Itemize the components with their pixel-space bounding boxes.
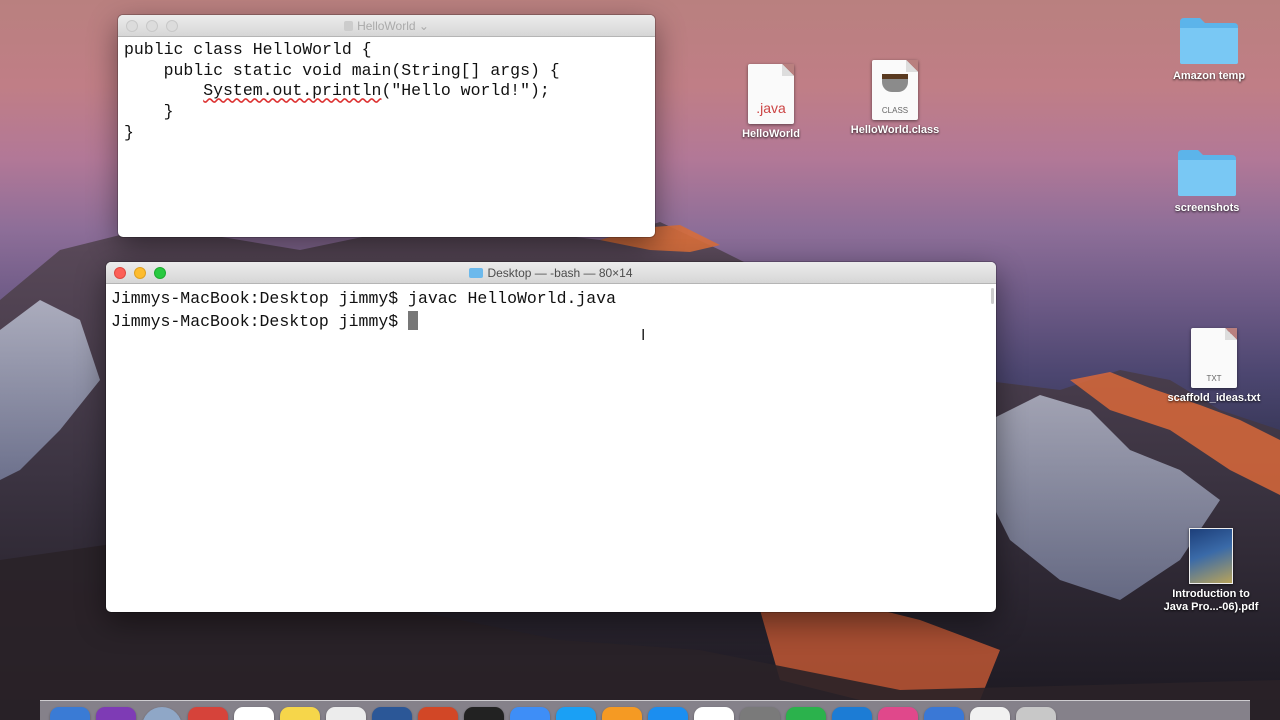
dock-app-reminders-icon[interactable] (280, 707, 320, 720)
code-line-1: public class HelloWorld { (124, 40, 372, 59)
code-line-3: System.out.println("Hello world!"); (124, 81, 649, 102)
code-line-5: } (124, 122, 134, 142)
editor-window[interactable]: HelloWorld ⌄ public class HelloWorld { p… (118, 15, 655, 237)
desktop-icon-label: HelloWorld.class (850, 124, 940, 136)
terminal-title-text: Desktop — -bash — 80×14 (487, 266, 633, 280)
desktop-icon-label: Amazon temp (1172, 70, 1246, 82)
editor-text-area[interactable]: public class HelloWorld { public static … (118, 37, 655, 147)
terminal-titlebar[interactable]: Desktop — -bash — 80×14 (106, 262, 996, 284)
desktop-icon-scaffold-ideas[interactable]: TXT scaffold_ideas.txt (1159, 328, 1269, 405)
folder-icon (1180, 18, 1238, 64)
desktop-icon-label: screenshots (1174, 202, 1240, 214)
file-type-tag: CLASS (881, 106, 909, 115)
scrollbar[interactable] (991, 288, 994, 304)
label-line-2: Java Pro...-06).pdf (1163, 601, 1259, 613)
text-cursor (408, 311, 419, 330)
dock-app-pages-icon[interactable] (556, 707, 596, 720)
code-line-2: public static void main(String[] args) { (124, 60, 560, 80)
class-file-icon: CLASS (872, 60, 918, 120)
dock-app-calendar-icon[interactable] (188, 707, 228, 720)
dock-app-app-store-icon[interactable] (602, 707, 642, 720)
dock-app-trash-icon[interactable] (1016, 707, 1056, 720)
dock-app-notes-icon[interactable] (234, 707, 274, 720)
file-type-tag: .java (756, 100, 786, 116)
desktop-icon-helloworld-class[interactable]: CLASS HelloWorld.class (840, 60, 950, 137)
editor-titlebar[interactable]: HelloWorld ⌄ (118, 15, 655, 37)
dock-app-word-icon[interactable] (326, 707, 366, 720)
java-file-icon: .java (748, 64, 794, 124)
terminal-prompt: Jimmys-MacBook:Desktop jimmy$ (111, 312, 409, 331)
desktop-icon-screenshots[interactable]: screenshots (1152, 146, 1262, 215)
terminal-window[interactable]: Desktop — -bash — 80×14 Jimmys-MacBook:D… (106, 262, 996, 612)
terminal-line-1: Jimmys-MacBook:Desktop jimmy$ javac Hell… (111, 289, 616, 308)
dock-app-xcode-icon[interactable] (786, 707, 826, 720)
dock-app-system-preferences-icon[interactable] (694, 707, 734, 720)
document-icon (344, 21, 354, 31)
folder-icon (469, 268, 484, 278)
desktop-icon-helloworld-java[interactable]: .java HelloWorld (716, 64, 826, 141)
dock-app-mail-icon[interactable] (878, 707, 918, 720)
dock-app-preview-icon[interactable] (970, 707, 1010, 720)
pdf-book-icon (1189, 528, 1233, 584)
label-line-1: Introduction to (1172, 588, 1250, 600)
desktop-icon-label: scaffold_ideas.txt (1167, 392, 1261, 404)
chevron-down-icon[interactable]: ⌄ (419, 19, 429, 33)
code-line-4: } (124, 102, 174, 122)
dock (40, 700, 1250, 720)
dock-app-siri-icon[interactable] (50, 707, 90, 720)
text-file-icon: TXT (1191, 328, 1237, 388)
desktop: Amazon temp screenshots .java HelloWorld… (0, 0, 1280, 720)
dock-app-chrome-icon[interactable] (142, 707, 182, 720)
dock-app-photos-icon[interactable] (648, 707, 688, 720)
desktop-icon-label: HelloWorld (742, 128, 800, 140)
editor-title-text: HelloWorld (357, 19, 416, 33)
terminal-title: Desktop — -bash — 80×14 (106, 262, 996, 284)
dock-app-finder-icon[interactable] (464, 707, 504, 720)
code-println-call: System.out.println (203, 81, 382, 101)
code-string-arg: ("Hello world!"); (381, 81, 550, 101)
coffee-cup-icon (882, 74, 908, 92)
dock-app-textedit-icon[interactable] (924, 707, 964, 720)
dock-app-itunes-icon[interactable] (832, 707, 872, 720)
file-type-tag: TXT (1206, 374, 1222, 383)
terminal-output[interactable]: Jimmys-MacBook:Desktop jimmy$ javac Hell… (106, 284, 996, 611)
dock-app-messages-icon[interactable] (510, 707, 550, 720)
terminal-line-2: Jimmys-MacBook:Desktop jimmy$ (111, 310, 991, 333)
dock-app-terminal-icon[interactable] (418, 707, 458, 720)
folder-icon (1178, 150, 1236, 196)
desktop-icon-amazon-temp[interactable]: Amazon temp (1154, 14, 1264, 83)
ibeam-cursor-icon: I (641, 326, 646, 344)
dock-app-numbers-icon[interactable] (740, 707, 780, 720)
dock-app-safari-icon[interactable] (96, 707, 136, 720)
editor-title: HelloWorld ⌄ (118, 15, 655, 37)
desktop-icon-label: Introduction to Java Pro...-06).pdf (1156, 588, 1266, 614)
dock-app-powerpoint-icon[interactable] (372, 707, 412, 720)
desktop-icon-intro-java-pdf[interactable]: Introduction to Java Pro...-06).pdf (1156, 528, 1266, 614)
